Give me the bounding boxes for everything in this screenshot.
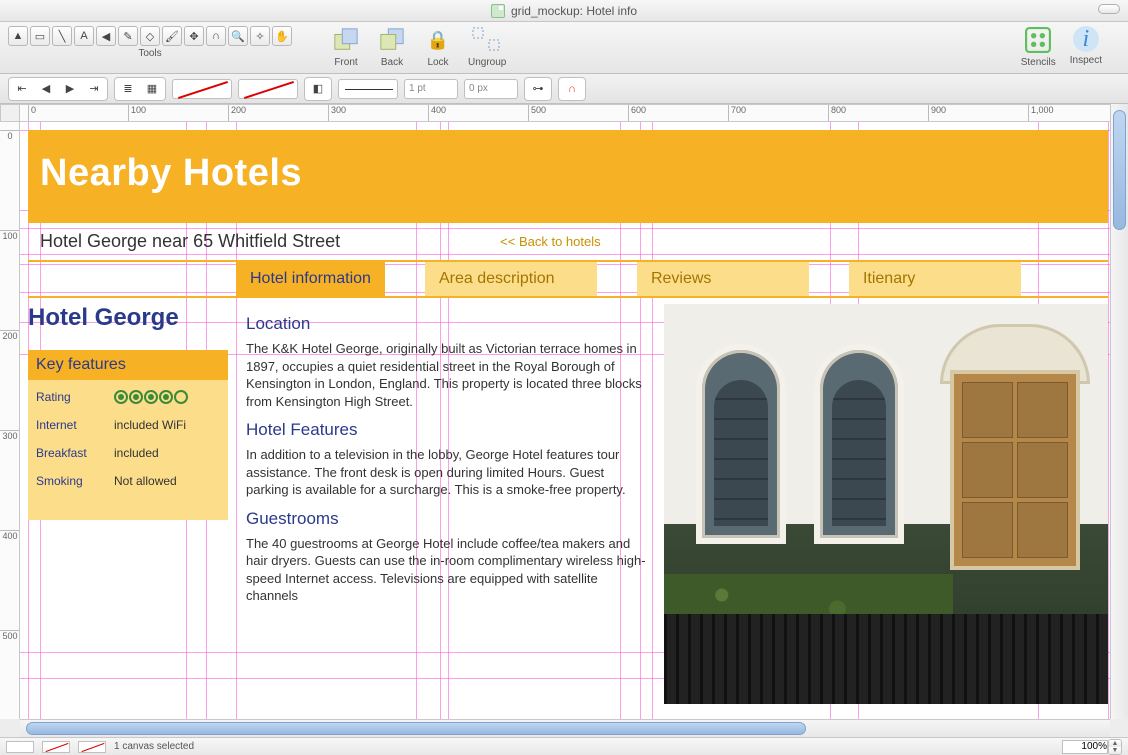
page-subtitle: Hotel George near 65 Whitfield Street — [40, 231, 340, 252]
nav-next-icon[interactable]: ▶ — [59, 80, 81, 98]
vertical-ruler[interactable]: 0100200300400500 — [0, 122, 20, 719]
tools-group: ▲ ▭ ╲ A ◀ ✎ ◇ 🖌 ✥ ∩ 🔍 ✧ ✋ Tools — [8, 26, 292, 59]
location-text: The K&K Hotel George, originally built a… — [246, 340, 646, 410]
hand-tool-icon[interactable]: ✋ — [272, 26, 292, 46]
info-icon: i — [1073, 26, 1099, 52]
stroke-indicator[interactable] — [42, 741, 70, 753]
tools-label: Tools — [138, 48, 161, 59]
hotel-name: Hotel George — [28, 304, 228, 332]
fill-indicator[interactable] — [6, 741, 34, 753]
send-back-button[interactable]: Back — [376, 26, 408, 68]
window-title: grid_mockup: Hotel info — [511, 4, 637, 18]
ruler-corner — [0, 104, 20, 122]
selection-status: 1 canvas selected — [114, 741, 194, 752]
key-row-breakfast: Breakfast included — [36, 446, 220, 460]
magnet-tool-icon[interactable]: ∩ — [206, 26, 226, 46]
stencils-icon — [1022, 26, 1054, 54]
prev-tool-icon[interactable]: ◀ — [96, 26, 116, 46]
middle-column: Location The K&K Hotel George, originall… — [246, 304, 646, 704]
window-pill-button[interactable] — [1098, 4, 1120, 14]
shadow-icon[interactable]: ◧ — [307, 80, 329, 98]
corner-radius-field[interactable]: 0 px — [464, 79, 518, 99]
rating-dots — [114, 390, 188, 404]
stroke-swatch[interactable] — [238, 79, 298, 99]
zoom-field[interactable] — [1062, 740, 1108, 754]
stroke-weight-field[interactable]: 1 pt — [404, 79, 458, 99]
stencils-button[interactable]: Stencils — [1021, 26, 1056, 68]
endpoints-icon[interactable]: ⊶ — [527, 80, 549, 98]
mockup-page: Nearby Hotels Hotel George near 65 Whitf… — [28, 130, 1108, 719]
ungroup-button[interactable]: Ungroup — [468, 26, 506, 68]
banner-title: Nearby Hotels — [40, 152, 1096, 195]
scroll-thumb[interactable] — [26, 722, 806, 735]
crop-tool-icon[interactable]: ✧ — [250, 26, 270, 46]
horizontal-scrollbar[interactable] — [20, 719, 1110, 737]
vertical-scrollbar[interactable] — [1110, 104, 1128, 719]
left-column: Hotel George Key features Rating Interne… — [28, 304, 228, 704]
bring-front-icon — [330, 26, 362, 54]
key-row-smoking: Smoking Not allowed — [36, 474, 220, 488]
document-icon — [491, 4, 505, 18]
breadcrumb-row: Hotel George near 65 Whitfield Street <<… — [28, 221, 1108, 260]
back-link[interactable]: << Back to hotels — [500, 234, 600, 249]
guestrooms-text: The 40 guestrooms at George Hotel includ… — [246, 535, 646, 605]
ungroup-icon — [471, 26, 503, 54]
zoom-tool-icon[interactable]: 🔍 — [228, 26, 248, 46]
pointer-tool-icon[interactable]: ▲ — [8, 26, 28, 46]
banner: Nearby Hotels — [28, 130, 1108, 221]
content-row: Hotel George Key features Rating Interne… — [28, 298, 1108, 704]
tab-hotel-info[interactable]: Hotel information — [236, 262, 385, 296]
inspect-button[interactable]: i Inspect — [1070, 26, 1102, 68]
key-features-box: Key features Rating Internet included Wi… — [28, 350, 228, 520]
location-heading: Location — [246, 314, 646, 334]
text-tool-icon[interactable]: A — [74, 26, 94, 46]
key-features-heading: Key features — [28, 350, 228, 380]
scroll-thumb[interactable] — [1113, 110, 1126, 230]
features-heading: Hotel Features — [246, 420, 646, 440]
key-row-internet: Internet included WiFi — [36, 418, 220, 432]
nav-prev-icon[interactable]: ◀ — [35, 80, 57, 98]
line-style-swatch[interactable] — [338, 79, 398, 99]
hotel-photo — [664, 304, 1108, 704]
tab-area-description[interactable]: Area description — [425, 262, 597, 296]
window-titlebar: grid_mockup: Hotel info — [0, 0, 1128, 22]
brush-tool-icon[interactable]: 🖌 — [162, 26, 182, 46]
guestrooms-heading: Guestrooms — [246, 509, 646, 529]
line-tool-icon[interactable]: ╲ — [52, 26, 72, 46]
snap-icon[interactable]: ▦ — [141, 80, 163, 98]
canvas[interactable]: Nearby Hotels Hotel George near 65 Whitf… — [20, 122, 1110, 719]
lock-icon: 🔒 — [422, 26, 454, 54]
shape-tool-icon[interactable]: ◇ — [140, 26, 160, 46]
tab-reviews[interactable]: Reviews — [637, 262, 809, 296]
features-text: In addition to a television in the lobby… — [246, 446, 646, 499]
align-group: ⇤ ◀ ▶ ⇥ — [8, 77, 108, 101]
tab-bar: Hotel information Area description Revie… — [28, 260, 1108, 298]
bring-front-button[interactable]: Front — [330, 26, 362, 68]
rect-tool-icon[interactable]: ▭ — [30, 26, 50, 46]
send-back-icon — [376, 26, 408, 54]
zoom-control[interactable]: ▲▼ — [1062, 739, 1122, 755]
nav-first-icon[interactable]: ⇤ — [11, 80, 33, 98]
magnet-toggle-icon[interactable]: ∩ — [561, 80, 583, 98]
style-toolbar: ⇤ ◀ ▶ ⇥ ≣▦ ◧ 1 pt 0 px ⊶ ∩ — [0, 74, 1128, 104]
distribute-icon[interactable]: ≣ — [117, 80, 139, 98]
nav-last-icon[interactable]: ⇥ — [83, 80, 105, 98]
stamp-tool-icon[interactable]: ✥ — [184, 26, 204, 46]
zoom-stepper[interactable]: ▲▼ — [1108, 739, 1122, 755]
pen-tool-icon[interactable]: ✎ — [118, 26, 138, 46]
fill-swatch[interactable] — [172, 79, 232, 99]
horizontal-ruler[interactable]: 01002003004005006007008009001,0001,1 — [20, 104, 1110, 122]
main-toolbar: ▲ ▭ ╲ A ◀ ✎ ◇ 🖌 ✥ ∩ 🔍 ✧ ✋ Tools Front — [0, 22, 1128, 74]
lock-button[interactable]: 🔒 Lock — [422, 26, 454, 68]
key-row-rating: Rating — [36, 390, 220, 404]
stroke-indicator-2[interactable] — [78, 741, 106, 753]
tab-itinerary[interactable]: Itienary — [849, 262, 1021, 296]
status-bar: 1 canvas selected ▲▼ — [0, 737, 1128, 755]
